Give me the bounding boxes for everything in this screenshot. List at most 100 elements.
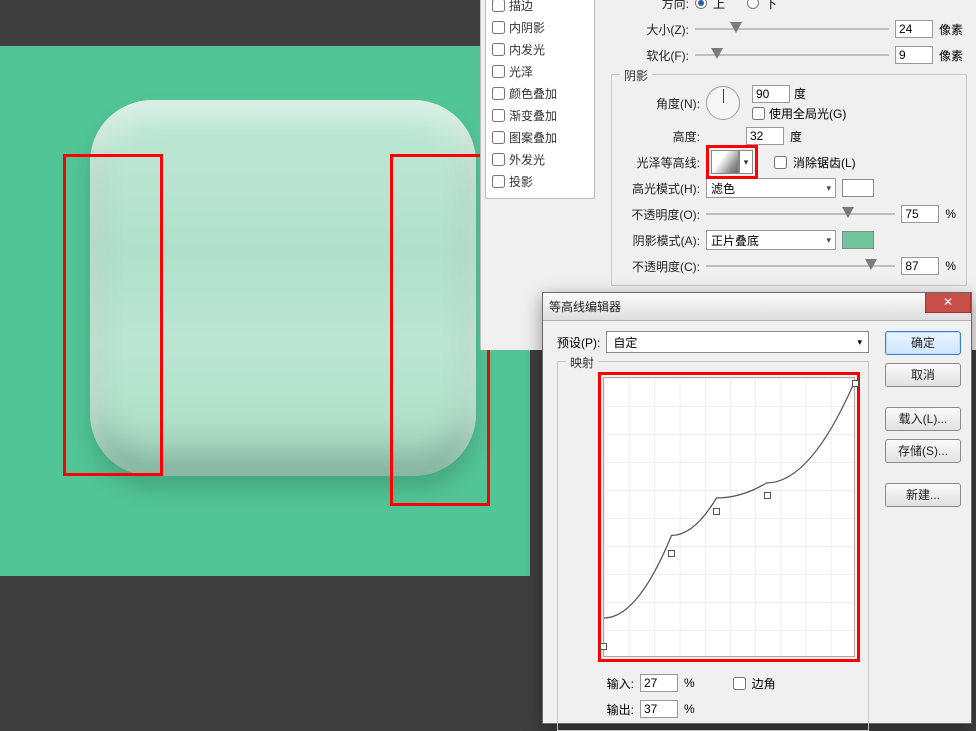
altitude-input[interactable] (746, 127, 784, 145)
preset-label: 预设(P): (557, 334, 600, 351)
output-label: 输出: (598, 701, 634, 718)
size-input[interactable] (895, 20, 933, 38)
shadow-color-swatch[interactable] (842, 231, 874, 249)
close-icon: ✕ (943, 295, 953, 309)
pct-unit: % (684, 676, 695, 690)
effect-label: 描边 (509, 0, 533, 14)
effect-checkbox-outergl[interactable] (492, 153, 505, 166)
curve-handle[interactable] (600, 643, 607, 650)
direction-up-label: 上 (713, 0, 725, 12)
size-slider[interactable] (695, 22, 889, 36)
effect-item-stroke[interactable]: 描边 (492, 0, 588, 16)
rounded-square-shape (90, 100, 476, 476)
new-button[interactable]: 新建... (885, 483, 961, 507)
preset-combo[interactable]: 自定 ▾ (606, 331, 869, 353)
effect-item-outergl[interactable]: 外发光 (492, 148, 588, 170)
effect-checkbox-pattov[interactable] (492, 131, 505, 144)
effect-list: 描边内阴影内发光光泽颜色叠加渐变叠加图案叠加外发光投影 (485, 0, 595, 199)
chevron-down-icon: ▾ (857, 337, 862, 348)
effect-checkbox-dropsh[interactable] (492, 175, 505, 188)
ok-button[interactable]: 确定 (885, 331, 961, 355)
chevron-down-icon: ▾ (826, 183, 831, 194)
curve-handle[interactable] (713, 508, 720, 515)
gloss-contour-picker[interactable]: ▾ (706, 145, 758, 179)
input-field[interactable] (640, 674, 678, 692)
curve-handle[interactable] (668, 550, 675, 557)
angle-unit: 度 (794, 85, 806, 102)
direction-row: 方向: 上 下 (611, 0, 967, 16)
effect-label: 图案叠加 (509, 129, 557, 146)
effect-label: 投影 (509, 173, 533, 190)
curve-editor[interactable] (603, 377, 855, 657)
global-light-checkbox[interactable] (752, 107, 765, 120)
direction-down-radio[interactable] (747, 0, 759, 9)
effect-item-dropsh[interactable]: 投影 (492, 170, 588, 192)
effect-label: 颜色叠加 (509, 85, 557, 102)
global-light-label: 使用全局光(G) (769, 105, 846, 122)
output-field[interactable] (640, 700, 678, 718)
chevron-down-icon: ▾ (739, 150, 753, 174)
angle-input[interactable] (752, 85, 790, 103)
contour-editor-window: 等高线编辑器 ✕ 预设(P): 自定 ▾ 映射 (542, 292, 972, 724)
curve-handle[interactable] (764, 492, 771, 499)
save-button[interactable]: 存储(S)... (885, 439, 961, 463)
effect-item-colorov[interactable]: 颜色叠加 (492, 82, 588, 104)
effect-item-innersh[interactable]: 内阴影 (492, 16, 588, 38)
highlight-mode-label: 高光模式(H): (622, 180, 700, 197)
highlight-mode-value: 滤色 (711, 180, 735, 197)
window-titlebar[interactable]: 等高线编辑器 ✕ (543, 293, 971, 321)
direction-label: 方向: (611, 0, 689, 12)
preset-value: 自定 (613, 334, 637, 351)
effect-label: 渐变叠加 (509, 107, 557, 124)
antialias-label: 消除锯齿(L) (793, 154, 856, 171)
soften-label: 软化(F): (611, 47, 689, 64)
load-button[interactable]: 载入(L)... (885, 407, 961, 431)
shadow-mode-combo[interactable]: 正片叠底 ▾ (706, 230, 836, 250)
soften-input[interactable] (895, 46, 933, 64)
window-title: 等高线编辑器 (549, 298, 621, 315)
soften-unit: 像素 (939, 47, 967, 64)
contour-thumb-icon (711, 150, 739, 174)
antialias-checkbox[interactable] (774, 156, 787, 169)
close-button[interactable]: ✕ (925, 293, 971, 313)
corner-checkbox[interactable] (733, 677, 746, 690)
effect-checkbox-gloss[interactable] (492, 65, 505, 78)
highlight-opacity-input[interactable] (901, 205, 939, 223)
size-label: 大小(Z): (611, 21, 689, 38)
shadow-group: 阴影 角度(N): 度 使用全局光(G) 高度: (611, 74, 967, 286)
effect-item-pattov[interactable]: 图案叠加 (492, 126, 588, 148)
preview-canvas (0, 46, 530, 576)
effect-item-gloss[interactable]: 光泽 (492, 60, 588, 82)
highlight-color-swatch[interactable] (842, 179, 874, 197)
highlight-mode-combo[interactable]: 滤色 ▾ (706, 178, 836, 198)
effect-label: 内发光 (509, 41, 545, 58)
effect-label: 内阴影 (509, 19, 545, 36)
editor-buttons: 确定 取消 载入(L)... 存储(S)... 新建... (875, 321, 971, 723)
pct-unit: % (945, 259, 956, 273)
size-unit: 像素 (939, 21, 967, 38)
effect-item-gradov[interactable]: 渐变叠加 (492, 104, 588, 126)
cancel-button[interactable]: 取消 (885, 363, 961, 387)
direction-up-radio[interactable] (695, 0, 707, 9)
effect-checkbox-innergl[interactable] (492, 43, 505, 56)
shadow-mode-label: 阴影模式(A): (622, 232, 700, 249)
mapping-title: 映射 (566, 354, 598, 371)
shadow-opacity-input[interactable] (901, 257, 939, 275)
shadow-opacity-label: 不透明度(C): (622, 258, 700, 275)
highlight-opacity-slider[interactable] (706, 207, 895, 221)
chevron-down-icon: ▾ (826, 235, 831, 246)
effect-checkbox-gradov[interactable] (492, 109, 505, 122)
effect-label: 光泽 (509, 63, 533, 80)
effect-checkbox-stroke[interactable] (492, 0, 505, 12)
effect-item-innergl[interactable]: 内发光 (492, 38, 588, 60)
shadow-opacity-slider[interactable] (706, 259, 895, 273)
soften-slider[interactable] (695, 48, 889, 62)
gloss-contour-label: 光泽等高线: (622, 154, 700, 171)
curve-handle[interactable] (852, 380, 859, 387)
effect-checkbox-innersh[interactable] (492, 21, 505, 34)
direction-down-label: 下 (765, 0, 777, 12)
altitude-label: 高度: (622, 128, 700, 145)
pct-unit: % (945, 207, 956, 221)
angle-dial[interactable] (706, 86, 740, 120)
effect-checkbox-colorov[interactable] (492, 87, 505, 100)
